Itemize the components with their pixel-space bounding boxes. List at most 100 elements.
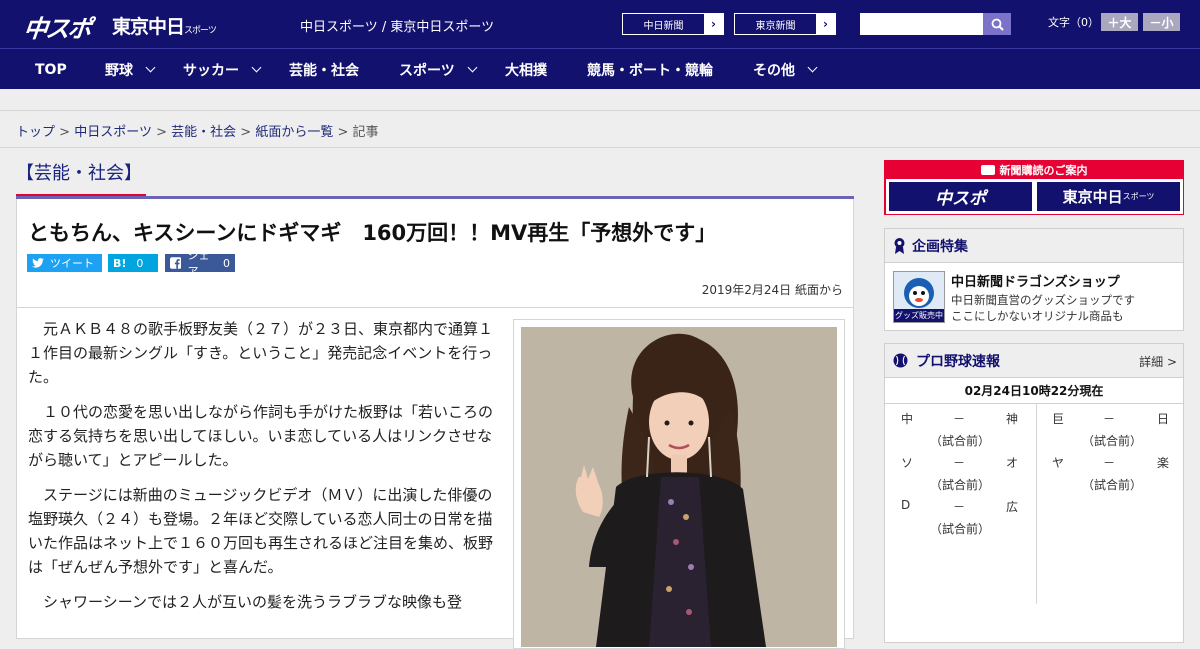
nav-label: その他 bbox=[753, 62, 795, 79]
score-table: 中 － 神 （試合前） 巨 － 日 （試合前） ソ － オ （試合前） ヤ － … bbox=[885, 404, 1183, 604]
search-button[interactable] bbox=[983, 13, 1011, 35]
chunichi-shimbun-label: 中日新聞 bbox=[643, 20, 684, 32]
chuspo-logo[interactable]: 中スポ bbox=[22, 9, 92, 44]
tokyo-logo-sub: スポーツ bbox=[184, 26, 217, 36]
tweet-label: ツイート bbox=[50, 257, 94, 270]
article-paragraph: １０代の恋愛を思い出しながら作詞も手がけた板野は「若いころの恋する気持ちを思い出… bbox=[28, 403, 494, 469]
singer-photo-illustration bbox=[521, 327, 837, 647]
font-size-label: 文字（0） bbox=[1048, 16, 1099, 29]
team-away: 広 bbox=[1006, 500, 1019, 514]
facebook-share-count: 0 bbox=[223, 256, 230, 270]
twitter-icon bbox=[32, 258, 44, 268]
game-score: － bbox=[953, 500, 966, 514]
game-row[interactable]: ソ － オ （試合前） bbox=[885, 454, 1036, 496]
feature-item[interactable]: グッズ販売中 中日新聞ドラゴンズショップ 中日新聞直営のグッズショップです ここ… bbox=[893, 271, 1178, 325]
breadcrumb-separator: > bbox=[240, 125, 252, 140]
breadcrumb-link-paper-list[interactable]: 紙面から一覧 bbox=[255, 125, 333, 140]
baseball-heading: プロ野球速報 bbox=[916, 353, 1000, 370]
nav-item-other[interactable]: その他 bbox=[753, 49, 818, 90]
game-row[interactable]: 巨 － 日 （試合前） bbox=[1037, 410, 1185, 452]
chevron-right-icon: › bbox=[704, 14, 723, 34]
nav-item-soccer[interactable]: サッカー bbox=[183, 49, 262, 90]
nav-item-baseball[interactable]: 野球 bbox=[105, 49, 156, 90]
baseball-detail-link[interactable]: 詳細 > bbox=[1139, 353, 1177, 370]
tokyo-chunichi-logo[interactable]: 東京中日スポーツ bbox=[112, 12, 217, 39]
chevron-down-icon bbox=[145, 62, 156, 73]
search-input[interactable] bbox=[860, 13, 983, 35]
article-headline: ともちん、キスシーンにドギマギ 160万回！！MV再生「予想外です」 bbox=[28, 221, 717, 245]
font-larger-button[interactable]: ＋大 bbox=[1101, 13, 1138, 31]
nav-label: 競馬・ボート・競輪 bbox=[587, 62, 713, 79]
team-home: ヤ bbox=[1052, 456, 1065, 470]
breadcrumb-separator: > bbox=[156, 125, 167, 140]
breadcrumb-link-entertainment[interactable]: 芸能・社会 bbox=[171, 125, 236, 140]
game-score: － bbox=[1103, 456, 1116, 470]
feature-header: 企画特集 bbox=[885, 229, 1183, 263]
breadcrumb-separator: > bbox=[337, 125, 349, 140]
subscribe-tokyo-logo[interactable]: 東京中日 スポーツ bbox=[1036, 181, 1181, 212]
subscription-title: 新聞購読のご案内 bbox=[884, 162, 1184, 178]
nav-label: スポーツ bbox=[399, 62, 455, 79]
breadcrumb-link-chunichi-sports[interactable]: 中日スポーツ bbox=[74, 125, 152, 140]
baseball-updated: 02月24日10時22分現在 bbox=[885, 378, 1183, 404]
category-heading: 【芸能・社会】 bbox=[16, 159, 854, 199]
baseball-header: プロ野球速報 詳細 > bbox=[885, 344, 1183, 378]
nav-item-entertainment[interactable]: 芸能・社会 bbox=[289, 49, 359, 90]
font-smaller-button[interactable]: －小 bbox=[1143, 13, 1180, 31]
category-title: 【芸能・社会】 bbox=[16, 159, 146, 197]
dragons-mascot-icon bbox=[904, 278, 934, 308]
tokyo-shimbun-link[interactable]: 東京新聞 › bbox=[734, 13, 836, 35]
article-paragraph: シャワーシーンでは２人が互いの髪を洗うラブラブな映像も登 bbox=[43, 593, 462, 611]
baseball-box: プロ野球速報 詳細 > 02月24日10時22分現在 中 － 神 （試合前） 巨… bbox=[884, 343, 1184, 643]
team-away: オ bbox=[1006, 456, 1019, 470]
team-home: 巨 bbox=[1052, 412, 1065, 426]
facebook-icon bbox=[170, 257, 182, 269]
article-photo[interactable] bbox=[521, 327, 837, 647]
game-status: （試合前） bbox=[1082, 434, 1143, 448]
nav-item-racing[interactable]: 競馬・ボート・競輪 bbox=[587, 49, 713, 90]
nav-label: サッカー bbox=[183, 62, 239, 79]
nav-item-top[interactable]: TOP bbox=[35, 49, 67, 90]
game-row[interactable]: D － 広 （試合前） bbox=[885, 498, 1036, 540]
game-row[interactable]: ヤ － 楽 （試合前） bbox=[1037, 454, 1185, 496]
game-score: － bbox=[1103, 412, 1116, 426]
tokyo-logo-text: 東京中日 bbox=[112, 16, 185, 38]
baseball-icon bbox=[893, 353, 908, 368]
breadcrumb-link-top[interactable]: トップ bbox=[16, 125, 55, 140]
divider bbox=[17, 307, 853, 308]
nav-item-sports[interactable]: スポーツ bbox=[399, 49, 478, 90]
chunichi-shimbun-link[interactable]: 中日新聞 › bbox=[622, 13, 724, 35]
feature-item-desc: 中日新聞直営のグッズショップです bbox=[951, 293, 1135, 307]
divider bbox=[0, 147, 1200, 148]
ribbon-icon bbox=[894, 238, 905, 254]
game-row[interactable]: 中 － 神 （試合前） bbox=[885, 410, 1036, 452]
breadcrumb: トップ > 中日スポーツ > 芸能・社会 > 紙面から一覧 > 記事 bbox=[16, 121, 379, 140]
chevron-down-icon bbox=[467, 62, 478, 73]
hatena-bookmark-button[interactable]: B! 0 bbox=[108, 254, 158, 272]
top-header: 中スポ 東京中日スポーツ 中日スポーツ / 東京中日スポーツ 中日新聞 › 東京… bbox=[0, 0, 1200, 48]
nav-label: 芸能・社会 bbox=[289, 62, 359, 79]
subscribe-chuspo-logo[interactable]: 中スポ bbox=[888, 181, 1033, 212]
nav-label: 野球 bbox=[105, 62, 133, 79]
article-photo-frame bbox=[513, 319, 845, 649]
hatena-count: 0 bbox=[136, 256, 144, 270]
newspaper-icon bbox=[980, 165, 995, 175]
chevron-down-icon bbox=[807, 62, 818, 73]
dragons-shop-thumbnail: グッズ販売中 bbox=[893, 271, 945, 323]
sub-bar bbox=[0, 89, 1200, 111]
subscribe-tokyo-logo-sub: スポーツ bbox=[1122, 192, 1155, 201]
nav-item-sumo[interactable]: 大相撲 bbox=[505, 49, 547, 90]
subscribe-tokyo-logo-text: 東京中日 bbox=[1062, 188, 1123, 206]
team-away: 日 bbox=[1157, 412, 1170, 426]
facebook-share-button[interactable]: シェア 0 bbox=[165, 249, 235, 278]
tweet-button[interactable]: ツイート bbox=[27, 254, 102, 272]
team-away: 楽 bbox=[1157, 456, 1170, 470]
nav-label: TOP bbox=[35, 61, 67, 78]
game-status: （試合前） bbox=[930, 478, 991, 492]
search-icon bbox=[991, 18, 1004, 31]
game-status: （試合前） bbox=[1082, 478, 1143, 492]
thumb-label: グッズ販売中 bbox=[894, 309, 944, 322]
subscription-banner[interactable]: 新聞購読のご案内 中スポ 東京中日 スポーツ bbox=[884, 160, 1184, 215]
article-paragraph: 元ＡＫＢ４８の歌手板野友美（２７）が２３日、東京都内で通算１１作目の最新シングル… bbox=[28, 320, 494, 386]
game-score: － bbox=[953, 456, 966, 470]
